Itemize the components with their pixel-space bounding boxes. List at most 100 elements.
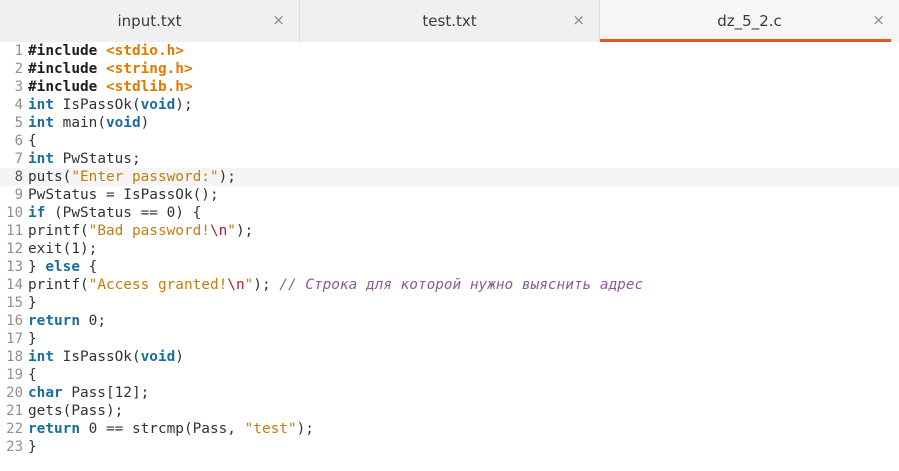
line-number: 3 — [14, 79, 23, 95]
tab-input-txt[interactable]: input.txt × — [0, 0, 300, 42]
code-token: { — [28, 367, 37, 383]
line-number: 4 — [14, 97, 23, 113]
code-line[interactable]: 17} — [0, 330, 899, 348]
code-token: 1 — [71, 241, 80, 257]
code-line[interactable]: 12 exit(1); — [0, 240, 899, 258]
line-number: 8 — [14, 169, 23, 185]
code-token: printf( — [28, 223, 89, 239]
close-icon[interactable]: × — [572, 12, 585, 28]
tab-test-txt[interactable]: test.txt × — [300, 0, 600, 42]
code-line[interactable]: 19 { — [0, 366, 899, 384]
line-number: 17 — [6, 331, 23, 347]
code-token: "test" — [244, 421, 297, 437]
code-line[interactable]: 5 int main(void) — [0, 114, 899, 132]
code-line[interactable]: 22 return 0 == strcmp(Pass, "test"); — [0, 420, 899, 438]
code-token: ); — [253, 277, 280, 293]
code-line[interactable]: 13 } else { — [0, 258, 899, 276]
code-token: \n — [227, 277, 245, 293]
line-number: 23 — [6, 439, 23, 455]
tab-dz-5-2-c[interactable]: dz_5_2.c × — [600, 0, 899, 42]
code-token: #include — [28, 79, 98, 95]
code-line[interactable]: 4 int IsPassOk(void); — [0, 96, 899, 114]
code-token: puts( — [28, 169, 72, 185]
line-number: 13 — [6, 259, 23, 275]
code-line[interactable]: 16 return 0; — [0, 312, 899, 330]
tab-label: test.txt — [422, 12, 477, 30]
code-token: "Bad password! — [88, 223, 210, 239]
code-token: void — [140, 349, 176, 365]
code-line[interactable]: 2 #include <string.h> — [0, 60, 899, 78]
code-token: } — [28, 331, 37, 347]
code-line[interactable]: 10 if (PwStatus == 0) { — [0, 204, 899, 222]
code-token: return — [28, 421, 80, 437]
line-code: printf("Access granted!\n"); // Строка д… — [28, 276, 643, 294]
line-code: return 0 == strcmp(Pass, "test"); — [28, 420, 314, 438]
code-token: "Access granted! — [88, 277, 228, 293]
code-token: main( — [54, 115, 106, 131]
line-code: int PwStatus; — [28, 150, 141, 168]
line-number: 5 — [14, 115, 23, 131]
code-line[interactable]: 6{ — [0, 132, 899, 150]
line-number: 12 — [6, 241, 23, 257]
code-token: else — [45, 259, 80, 275]
line-code: PwStatus = IsPassOk(); — [28, 186, 219, 204]
code-token: ); — [175, 97, 193, 113]
code-token: 0 — [166, 205, 176, 221]
code-token: int — [28, 349, 54, 365]
code-token: ); — [218, 169, 236, 185]
code-editor[interactable]: 1 #include <stdio.h> 2 #include <string.h> 3… — [0, 42, 899, 471]
close-icon[interactable]: × — [272, 12, 285, 28]
code-line[interactable]: 14 printf("Access granted!\n"); // Строка… — [0, 276, 899, 294]
code-token: gets(Pass); — [28, 403, 124, 419]
code-line[interactable]: 9 PwStatus = IsPassOk(); — [0, 186, 899, 204]
line-code: { — [28, 132, 37, 150]
code-line[interactable]: 21 gets(Pass); — [0, 402, 899, 420]
code-token: (PwStatus == — [45, 205, 167, 221]
line-code: exit(1); — [28, 240, 97, 258]
code-line[interactable]: 23} — [0, 438, 899, 456]
code-token: ) — [140, 115, 150, 131]
line-code: } — [28, 330, 37, 348]
code-token: ); — [235, 223, 254, 239]
code-line[interactable]: 7 int PwStatus; — [0, 150, 899, 168]
line-code: char Pass[12]; — [28, 384, 149, 402]
line-number: 6 — [14, 133, 23, 149]
code-token: PwStatus = IsPassOk(); — [28, 187, 219, 203]
code-token: #include — [28, 61, 98, 77]
code-token: ]; — [131, 385, 150, 401]
code-line[interactable]: 18 int IsPassOk(void) — [0, 348, 899, 366]
line-code: return 0; — [28, 312, 106, 330]
code-line[interactable]: 11 printf("Bad password!\n"); — [0, 222, 899, 240]
code-token: ) — [175, 349, 184, 365]
tab-label: dz_5_2.c — [717, 12, 782, 30]
line-code: printf("Bad password!\n"); — [28, 222, 253, 240]
line-code: if (PwStatus == 0) { — [28, 204, 201, 222]
line-code: } else { — [28, 258, 97, 276]
close-icon[interactable]: × — [872, 12, 885, 28]
line-number: 10 — [6, 205, 23, 221]
code-token: printf( — [28, 277, 89, 293]
line-code: #include <stdlib.h> — [28, 78, 193, 96]
code-token: PwStatus; — [54, 151, 141, 167]
code-token: int — [28, 151, 54, 167]
code-line[interactable]: 15} — [0, 294, 899, 312]
code-line[interactable]: 20 char Pass[12]; — [0, 384, 899, 402]
code-token: ); — [80, 241, 98, 257]
code-line[interactable]: 1 #include <stdio.h> — [0, 42, 899, 60]
code-token: // Строка для которой нужно выяснить адр… — [279, 277, 644, 293]
code-line[interactable]: 3 #include <stdlib.h> — [0, 78, 899, 96]
code-token: ; — [97, 313, 106, 329]
code-token: #include — [28, 43, 98, 59]
code-token: IsPassOk( — [54, 349, 141, 365]
line-code: { — [28, 366, 37, 384]
code-token: ); — [296, 421, 314, 437]
code-line[interactable]: 8 puts("Enter password:"); — [0, 168, 899, 186]
code-token: Pass[ — [62, 385, 115, 401]
line-code: int IsPassOk(void) — [28, 348, 184, 366]
line-code: int IsPassOk(void); — [28, 96, 193, 114]
code-token: <stdlib.h> — [105, 79, 193, 95]
